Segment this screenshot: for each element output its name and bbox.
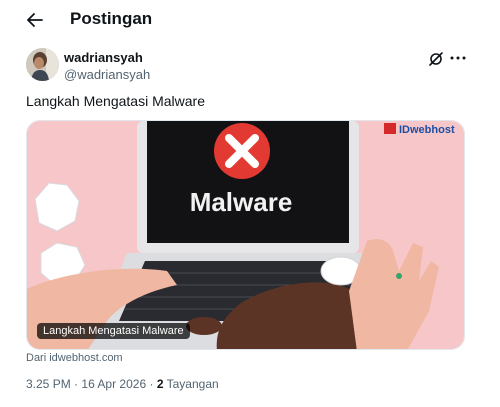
tweet-meta: 3.25 PM · 16 Apr 2026 · 2 Tayangan xyxy=(26,377,219,391)
views-count: 2 xyxy=(156,377,164,391)
more-dots-icon xyxy=(450,56,466,60)
tweet-time[interactable]: 3.25 PM xyxy=(26,377,71,391)
brand-logo-text: IDwebhost xyxy=(399,124,455,136)
page-title: Postingan xyxy=(70,9,153,28)
meta-separator: · xyxy=(74,377,79,391)
tweet-media[interactable]: Malware IDwebhost Langkah Mengatasi Malw… xyxy=(26,120,465,350)
page-header: Postingan xyxy=(0,0,500,40)
source-link[interactable]: Dari idwebhost.com xyxy=(26,352,123,364)
tweet-date[interactable]: 16 Apr 2026 xyxy=(81,377,146,391)
tweet-text: Langkah Mengatasi Malware xyxy=(26,93,205,109)
screen-malware-text: Malware xyxy=(190,187,293,217)
author-display-name[interactable]: wadriansyah xyxy=(64,50,143,65)
meta-separator: · xyxy=(149,377,154,391)
author-handle[interactable]: @wadriansyah xyxy=(64,67,150,82)
media-caption: Langkah Mengatasi Malware xyxy=(37,323,190,339)
grok-button[interactable] xyxy=(427,50,445,68)
grok-icon xyxy=(429,52,443,66)
arrow-left-icon xyxy=(27,13,43,27)
views-label: Tayangan xyxy=(166,377,219,391)
avatar[interactable] xyxy=(26,48,59,81)
malware-illustration: Malware IDwebhost xyxy=(27,121,464,349)
back-button[interactable] xyxy=(22,8,48,32)
more-options-button[interactable] xyxy=(449,51,467,65)
